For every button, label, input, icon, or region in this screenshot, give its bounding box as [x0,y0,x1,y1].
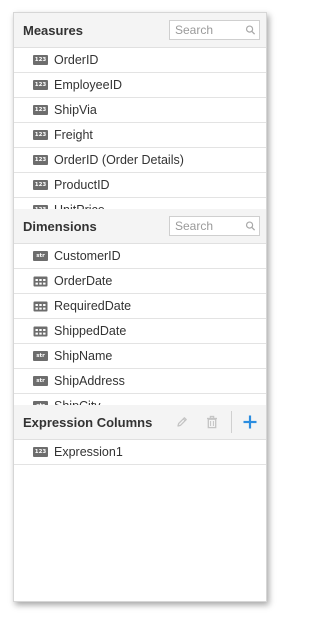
trash-icon[interactable] [205,415,219,429]
number-type-icon: 123 [33,130,48,140]
list-item[interactable]: 123UnitPrice [14,198,266,209]
measures-header: Measures [14,13,266,48]
field-label: ProductID [54,178,110,192]
list-item[interactable]: 123 Freight [14,123,266,148]
number-type-icon: 123 [33,80,48,90]
list-item[interactable]: 123 Expression1 [14,440,266,465]
data-fields-panel: Measures 123 OrderID 123 EmployeeID 123 ShipV… [13,12,267,602]
field-label: ShippedDate [54,324,127,338]
expression-actions [167,411,260,433]
list-item[interactable]: str ShipName [14,344,266,369]
pencil-icon[interactable] [175,415,189,429]
search-icon[interactable] [245,220,256,232]
measures-list: 123 OrderID 123 EmployeeID 123 ShipVia 123 Frei… [14,48,266,209]
plus-icon[interactable] [242,414,258,430]
field-label: ShipVia [54,103,97,117]
field-label: CustomerID [54,249,121,263]
dimensions-title: Dimensions [23,218,97,234]
list-item[interactable]: 123 ShipVia [14,98,266,123]
list-item[interactable]: 123 ProductID [14,173,266,198]
number-type-icon: 123 [33,55,48,65]
field-label: Expression1 [54,445,123,459]
number-type-icon: 123 [33,447,48,457]
number-type-icon: 123 [33,105,48,115]
measures-title: Measures [23,22,83,38]
list-item[interactable]: strShipCity [14,394,266,405]
calendar-icon [33,276,48,286]
field-label: RequiredDate [54,299,132,313]
number-type-icon: 123 [33,155,48,165]
calendar-icon [33,326,48,336]
list-item[interactable]: RequiredDate [14,294,266,319]
dimensions-search-box[interactable] [169,216,260,236]
list-item[interactable]: str ShipAddress [14,369,266,394]
number-type-icon: 123 [33,180,48,190]
expression-columns-title: Expression Columns [23,414,153,430]
dimensions-search-input[interactable] [175,219,245,233]
field-label: OrderDate [54,274,113,288]
measures-search-box[interactable] [169,20,260,40]
field-label: OrderID [54,53,99,67]
field-label: EmployeeID [54,78,123,92]
string-type-icon: str [33,251,48,261]
list-item[interactable]: 123 EmployeeID [14,73,266,98]
action-separator [231,411,232,433]
list-item[interactable]: ShippedDate [14,319,266,344]
list-item[interactable]: 123 OrderID [14,48,266,73]
list-item[interactable]: str CustomerID [14,244,266,269]
field-label: ShipName [54,349,113,363]
expression-columns-header: Expression Columns [14,405,266,440]
string-type-icon: str [33,351,48,361]
calendar-icon [33,301,48,311]
list-item[interactable]: 123 OrderID (Order Details) [14,148,266,173]
measures-search-input[interactable] [175,23,245,37]
field-label: Freight [54,128,93,142]
field-label: OrderID (Order Details) [54,153,184,167]
list-item[interactable]: OrderDate [14,269,266,294]
search-icon[interactable] [245,24,256,36]
dimensions-header: Dimensions [14,209,266,244]
field-label: ShipAddress [54,374,125,388]
dimensions-list: str CustomerID OrderDate RequiredDate Shippe… [14,244,266,405]
string-type-icon: str [33,376,48,386]
expression-columns-list: 123 Expression1 [14,440,266,465]
